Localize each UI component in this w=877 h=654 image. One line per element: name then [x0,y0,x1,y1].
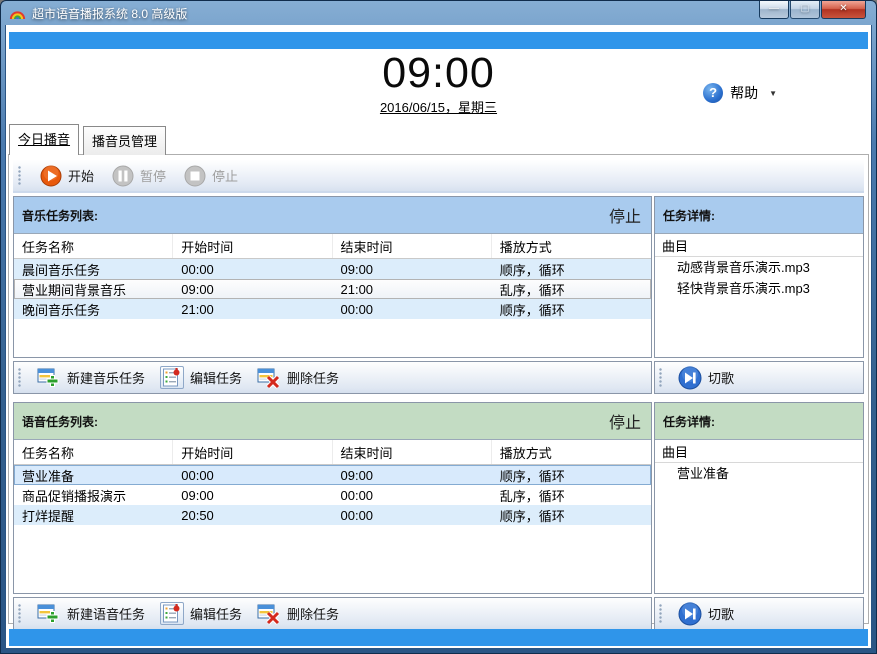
skip-next-icon [678,602,702,626]
grip-handle[interactable] [18,368,22,388]
minimize-button[interactable]: — [759,1,789,19]
music-list-title: 音乐任务列表: [22,207,98,224]
list-item[interactable]: 动感背景音乐演示.mp3 [655,257,863,278]
music-task-list-panel: 音乐任务列表: 停止 任务名称 开始时间 结束时间 播放方式 晨间音乐任务00:… [13,196,652,358]
voice-task-details-panel: 任务详情: 曲目 营业准备 [654,402,864,594]
table-row[interactable]: 营业准备00:00 09:00顺序，循环 [14,465,651,485]
list-edit-icon [160,366,184,389]
rainbow-app-icon [9,5,26,21]
tab-bar: 今日播音 播音员管理 [8,123,869,154]
tab-content: 开始 暂停 停止 [8,154,869,624]
table-row[interactable]: 晚间音乐任务21:00 00:00顺序，循环 [14,299,651,319]
music-task-details-panel: 任务详情: 曲目 动感背景音乐演示.mp3 轻快背景音乐演示.mp3 [654,196,864,358]
col-play-mode: 播放方式 [492,234,651,258]
voice-actions-bar: 新建语音任务 [13,597,652,630]
grip-handle[interactable] [659,368,663,388]
skip-voice-button[interactable]: 切歌 [678,602,734,626]
help-label: 帮助 [730,83,758,103]
new-voice-task-button[interactable]: 新建语音任务 [37,603,145,625]
col-start-time: 开始时间 [173,234,332,258]
window-controls: — ▢ ✕ [758,1,866,19]
new-music-task-button[interactable]: 新建音乐任务 [37,367,145,389]
table-row[interactable]: 营业期间背景音乐09:00 21:00乱序，循环 [14,279,651,299]
voice-skip-bar: 切歌 [654,597,864,630]
music-list-header: 音乐任务列表: 停止 [14,197,651,234]
edit-music-task-button[interactable]: 编辑任务 [160,366,242,389]
grip-handle[interactable] [18,166,22,186]
pause-button[interactable]: 暂停 [112,165,166,187]
client-area: 09:00 2016/06/15，星期三 ? 帮助 ▼ 今日播音 播音员管理 [5,25,872,649]
close-button[interactable]: ✕ [821,1,866,19]
table-row[interactable]: 打烊提醒20:50 00:00顺序，循环 [14,505,651,525]
chevron-down-icon: ▼ [769,89,777,98]
playback-toolbar: 开始 暂停 停止 [13,160,864,193]
clock-header: 09:00 2016/06/15，星期三 ? 帮助 ▼ [8,51,869,123]
list-item[interactable]: 轻快背景音乐演示.mp3 [655,278,863,299]
top-accent-strip [9,32,868,49]
skip-next-icon [678,366,702,390]
col-task-name: 任务名称 [14,234,173,258]
music-status-badge: 停止 [609,203,641,227]
voice-section: 语音任务列表: 停止 任务名称 开始时间 结束时间 播放方式 营业准备00:00… [13,402,864,630]
voice-list-header: 语音任务列表: 停止 [14,403,651,440]
col-end-time: 结束时间 [333,440,492,464]
voice-details-title: 任务详情: [663,413,715,430]
music-skip-bar: 切歌 [654,361,864,394]
delete-music-task-button[interactable]: 删除任务 [257,367,339,389]
grip-handle[interactable] [18,604,22,624]
table-row[interactable]: 晨间音乐任务00:00 09:00顺序，循环 [14,259,651,279]
music-track-column-header: 曲目 [655,234,863,257]
voice-table-header: 任务名称 开始时间 结束时间 播放方式 [14,440,651,465]
tab-today-broadcast[interactable]: 今日播音 [9,124,79,155]
table-delete-icon [257,603,281,625]
pause-icon [112,165,134,187]
app-window: 超市语音播报系统 8.0 高级版 — ▢ ✕ 09:00 2016/06/15，… [0,0,877,654]
play-icon [40,165,62,187]
skip-song-button[interactable]: 切歌 [678,366,734,390]
music-details-header: 任务详情: [655,197,863,234]
window-title: 超市语音播报系统 8.0 高级版 [32,5,187,22]
table-add-icon [37,603,61,625]
delete-voice-task-button[interactable]: 删除任务 [257,603,339,625]
voice-task-table: 任务名称 开始时间 结束时间 播放方式 营业准备00:00 09:00顺序，循环… [14,440,651,593]
music-section: 音乐任务列表: 停止 任务名称 开始时间 结束时间 播放方式 晨间音乐任务00:… [13,196,864,394]
music-table-header: 任务名称 开始时间 结束时间 播放方式 [14,234,651,259]
voice-details-header: 任务详情: [655,403,863,440]
list-edit-icon [160,602,184,625]
col-end-time: 结束时间 [333,234,492,258]
stop-button[interactable]: 停止 [184,165,238,187]
table-add-icon [37,367,61,389]
table-delete-icon [257,367,281,389]
list-item[interactable]: 营业准备 [655,463,863,484]
voice-task-list-panel: 语音任务列表: 停止 任务名称 开始时间 结束时间 播放方式 营业准备00:00… [13,402,652,594]
stop-icon [184,165,206,187]
music-details-title: 任务详情: [663,207,715,224]
bottom-accent-strip [9,629,868,646]
music-actions-bar: 新建音乐任务 [13,361,652,394]
table-row[interactable]: 商品促销播报演示09:00 00:00乱序，循环 [14,485,651,505]
col-task-name: 任务名称 [14,440,173,464]
voice-track-column-header: 曲目 [655,440,863,463]
edit-voice-task-button[interactable]: 编辑任务 [160,602,242,625]
question-mark-icon: ? [703,83,723,103]
music-task-table: 任务名称 开始时间 结束时间 播放方式 晨间音乐任务00:00 09:00顺序，… [14,234,651,357]
help-button[interactable]: ? 帮助 ▼ [703,83,777,103]
col-start-time: 开始时间 [173,440,332,464]
tab-announcer-management[interactable]: 播音员管理 [83,126,166,155]
col-play-mode: 播放方式 [492,440,651,464]
voice-status-badge: 停止 [609,409,641,433]
maximize-button[interactable]: ▢ [790,1,820,19]
grip-handle[interactable] [659,604,663,624]
voice-list-title: 语音任务列表: [22,413,98,430]
start-button[interactable]: 开始 [40,165,94,187]
title-bar[interactable]: 超市语音播报系统 8.0 高级版 [5,1,872,25]
